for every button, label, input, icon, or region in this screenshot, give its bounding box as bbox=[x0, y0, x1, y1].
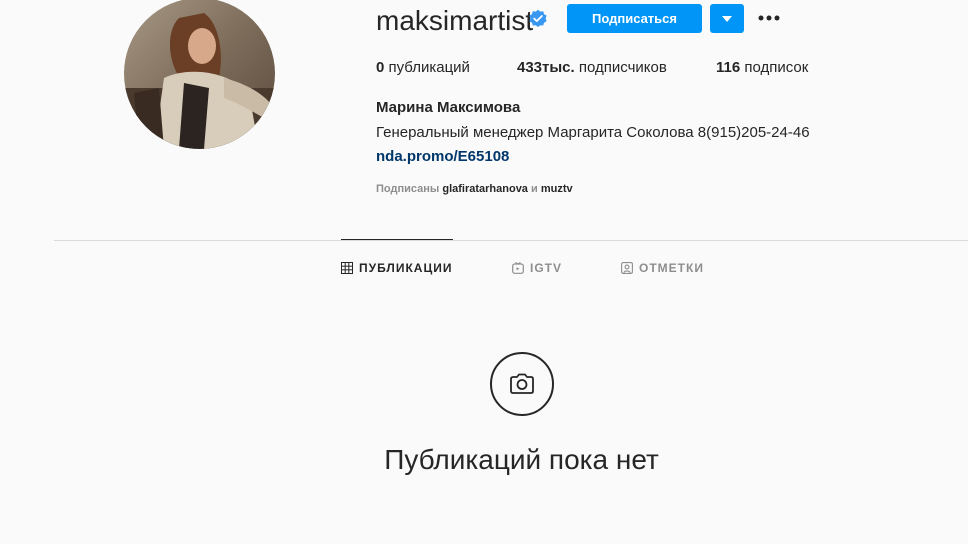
profile-avatar[interactable] bbox=[124, 0, 275, 149]
igtv-icon bbox=[512, 262, 524, 274]
following-count: 116 bbox=[716, 59, 741, 76]
verified-badge-icon bbox=[528, 9, 548, 29]
tab-posts-label: ПУБЛИКАЦИИ bbox=[359, 261, 453, 275]
camera-icon bbox=[510, 373, 534, 394]
tab-tagged[interactable]: ОТМЕТКИ bbox=[621, 258, 704, 278]
following-stat[interactable]: 116 подписок bbox=[716, 59, 808, 77]
posts-label: публикаций bbox=[388, 59, 470, 76]
profile-full-name: Марина Максимова bbox=[376, 99, 521, 116]
empty-state-message: Публикаций пока нет bbox=[384, 444, 659, 475]
more-options-button[interactable] bbox=[757, 8, 781, 28]
profile-bio: Генеральный менеджер Маргарита Соколова … bbox=[376, 124, 810, 141]
grid-icon bbox=[341, 262, 353, 274]
more-options-icon bbox=[758, 15, 780, 21]
followers-stat[interactable]: 433тыс. подписчиков bbox=[517, 59, 667, 77]
tab-posts[interactable]: ПУБЛИКАЦИИ bbox=[341, 258, 452, 278]
followers-count: 433тыс. bbox=[517, 59, 575, 76]
posts-count: 0 bbox=[376, 59, 385, 76]
caret-down-icon bbox=[722, 15, 732, 22]
tab-igtv-label: IGTV bbox=[530, 261, 563, 275]
posts-stat: 0 публикаций bbox=[376, 59, 470, 77]
profile-username: maksimartist bbox=[376, 5, 534, 36]
active-tab-indicator bbox=[341, 239, 453, 240]
tabs-divider bbox=[54, 240, 968, 241]
profile-external-link[interactable]: nda.promo/E65108 bbox=[376, 148, 509, 165]
tagged-icon bbox=[621, 262, 633, 274]
profile-page: maksimartist Подписаться 0 публикаций 43… bbox=[0, 0, 968, 544]
followed-by-account[interactable]: muztv bbox=[541, 183, 573, 195]
following-label: подписок bbox=[744, 59, 809, 76]
followed-by-joiner: и bbox=[531, 183, 538, 195]
followed-by-account[interactable]: glafiratarhanova bbox=[442, 183, 528, 195]
followed-by: Подписаны glafiratarhanova и muztv bbox=[376, 183, 573, 195]
empty-state-camera bbox=[490, 352, 554, 416]
tab-tagged-label: ОТМЕТКИ bbox=[639, 261, 704, 275]
tab-igtv[interactable]: IGTV bbox=[512, 258, 562, 278]
follow-button[interactable]: Подписаться bbox=[567, 4, 702, 33]
followers-label: подписчиков bbox=[578, 59, 667, 76]
followed-by-prefix: Подписаны bbox=[376, 183, 440, 195]
suggestions-dropdown-button[interactable] bbox=[710, 4, 744, 33]
